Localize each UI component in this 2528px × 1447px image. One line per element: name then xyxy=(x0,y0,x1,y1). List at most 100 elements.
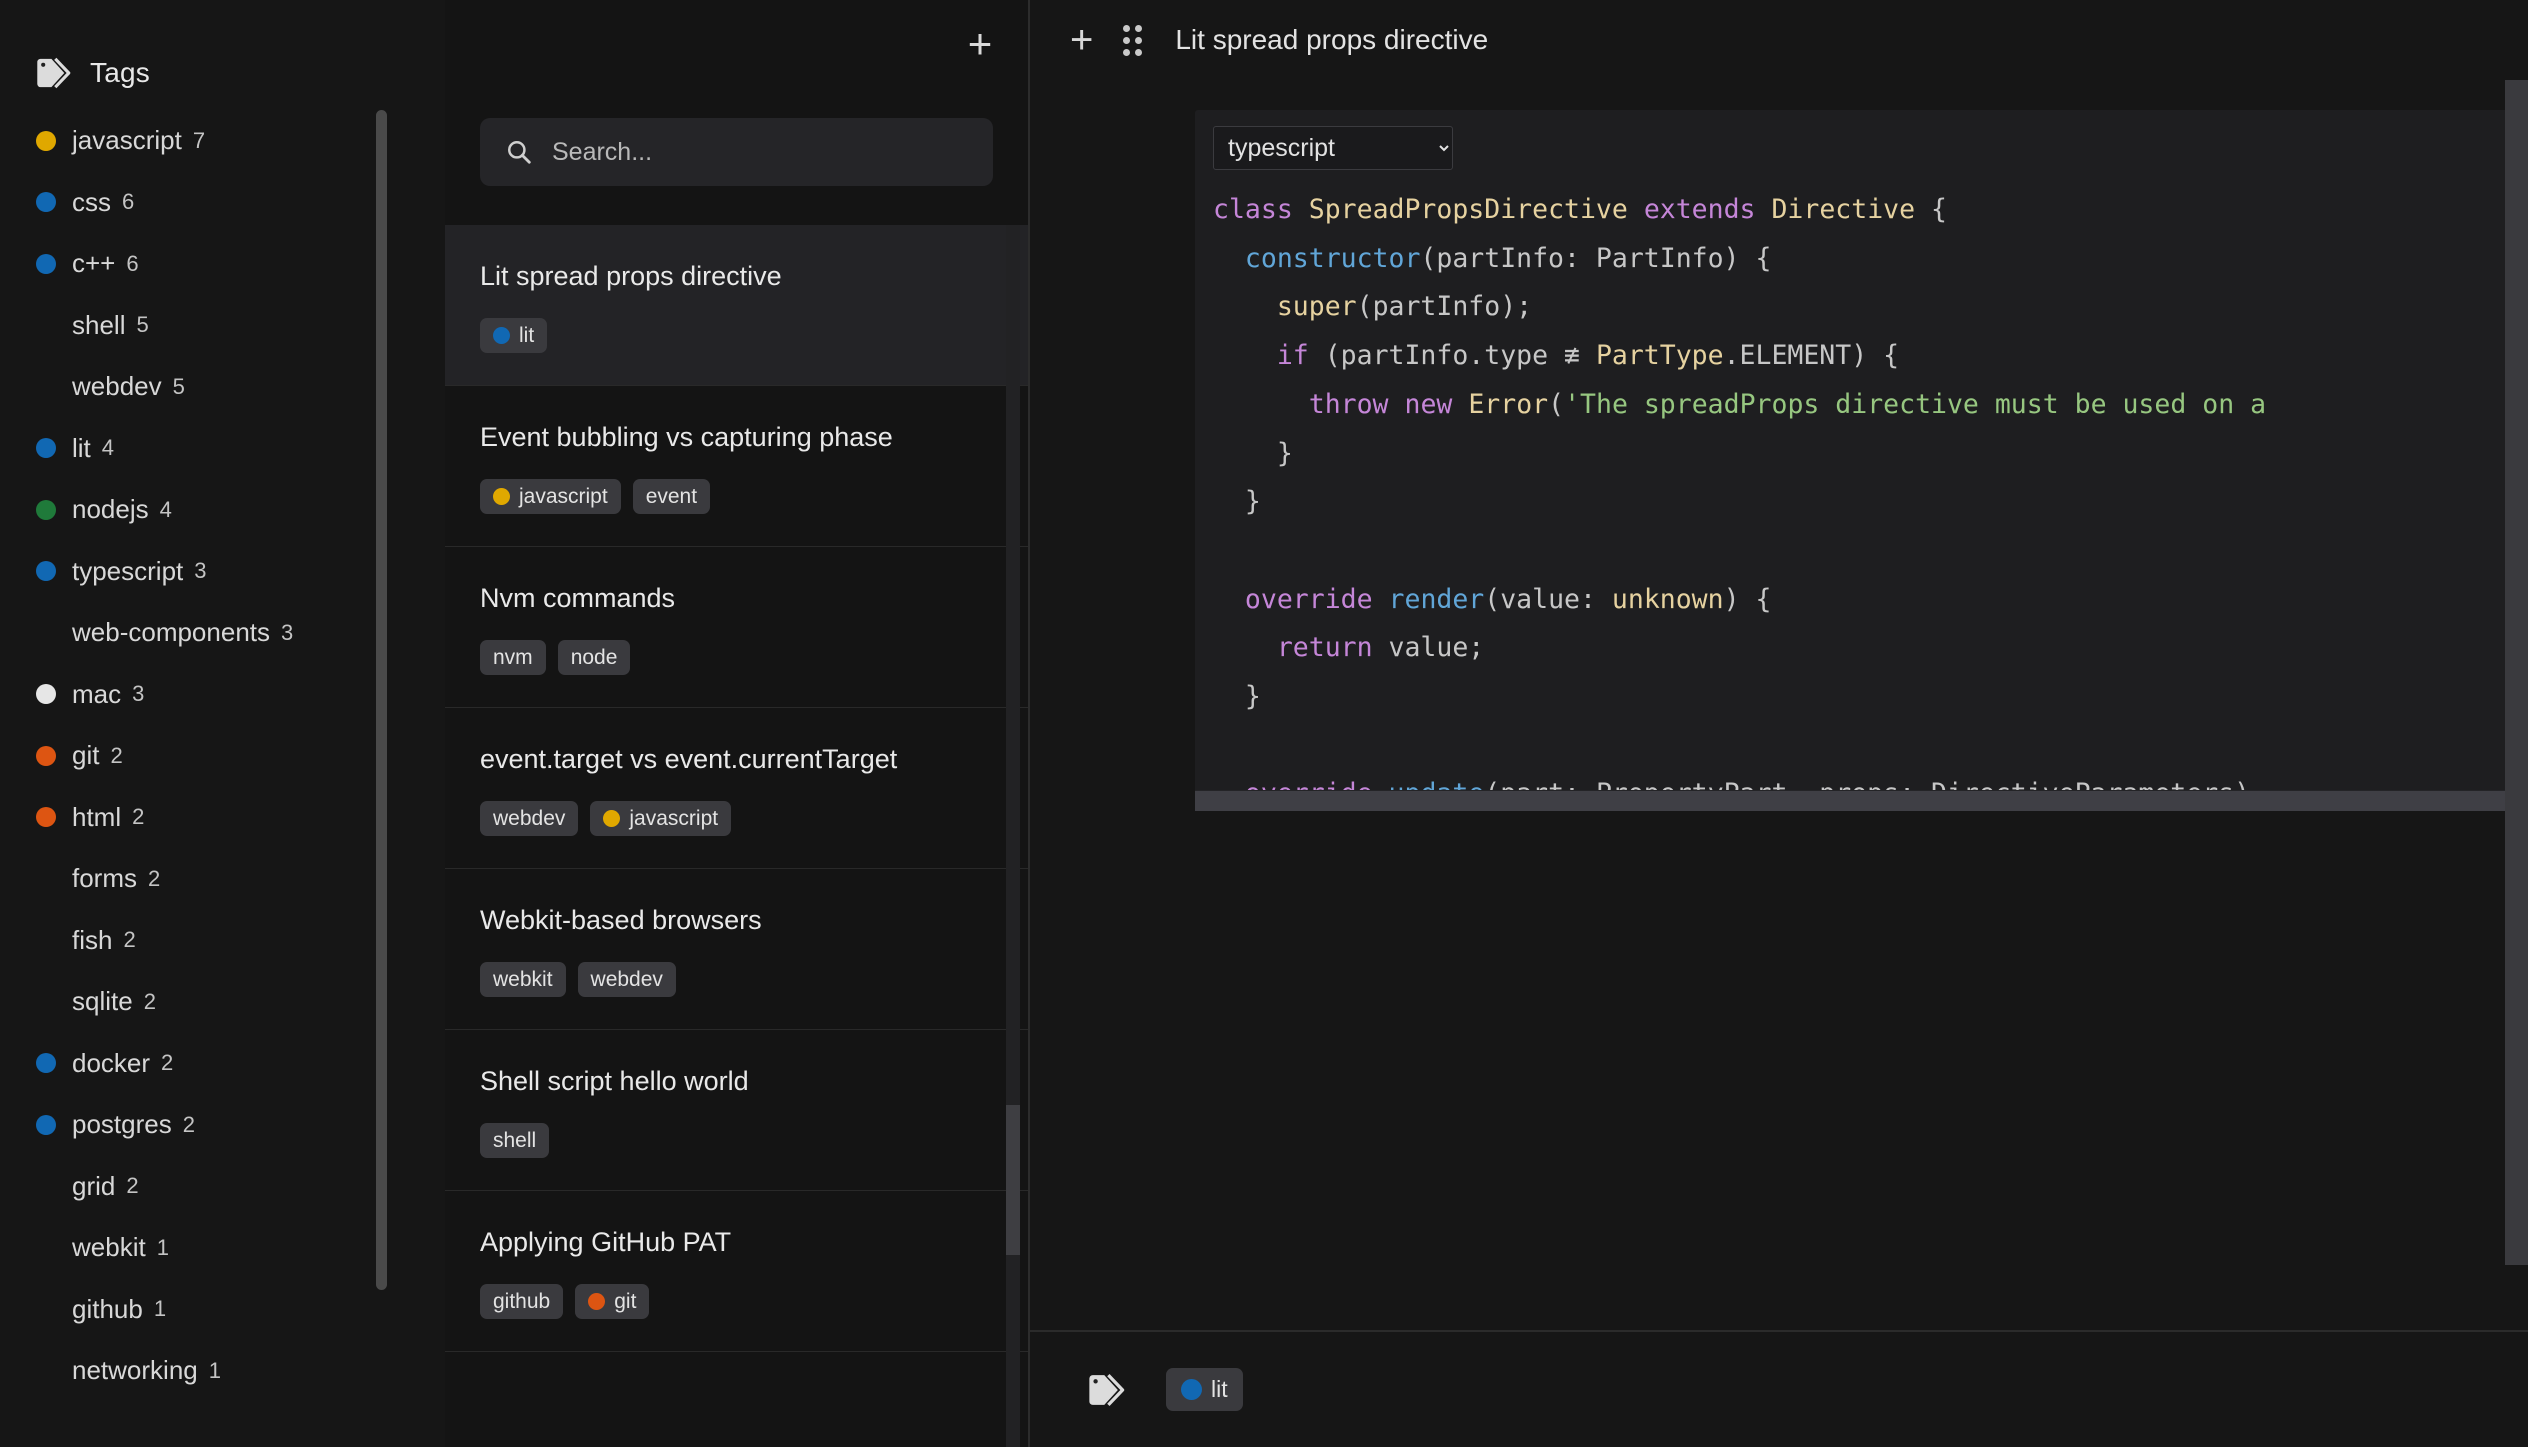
tags-icon xyxy=(1089,1373,1125,1406)
tag-color-dot xyxy=(36,745,56,766)
tag-color-dot xyxy=(36,1361,56,1381)
language-select[interactable]: typescript xyxy=(1213,126,1453,170)
tag-chip[interactable]: webdev xyxy=(577,962,676,997)
tag-chip[interactable]: lit xyxy=(480,318,548,353)
tag-color-dot xyxy=(36,1238,56,1258)
tag-name: webdev xyxy=(72,371,162,402)
editor-header: + Lit spread props directive xyxy=(1030,0,2528,80)
sidebar-scrollbar-thumb[interactable] xyxy=(376,110,387,1290)
sidebar-header: Tags xyxy=(0,0,445,100)
tag-chip-label: javascript xyxy=(629,807,719,830)
sidebar-scrollbar[interactable] xyxy=(376,110,387,1447)
tag-chip-label: webdev xyxy=(493,807,566,830)
search-icon xyxy=(508,141,531,164)
tag-color-dot xyxy=(36,561,56,582)
tag-count: 5 xyxy=(136,312,149,338)
note-list-scrollbar-thumb[interactable] xyxy=(1006,1105,1020,1255)
code-content[interactable]: class SpreadPropsDirective extends Direc… xyxy=(1195,186,2528,790)
tag-chip[interactable]: nvm xyxy=(480,640,546,675)
tag-color-dot xyxy=(36,499,56,520)
tag-count: 5 xyxy=(172,373,185,399)
code-horizontal-scrollbar[interactable] xyxy=(1195,790,2528,811)
tag-name: web-components xyxy=(72,617,270,648)
tag-name: git xyxy=(72,740,100,771)
tag-count: 3 xyxy=(194,558,207,584)
tag-name: lit xyxy=(72,432,91,463)
page-title: Tags xyxy=(90,57,150,88)
tag-count: 2 xyxy=(110,742,123,768)
search-input[interactable] xyxy=(552,137,967,167)
note-list-item[interactable]: Shell script hello world shell xyxy=(445,1030,1028,1191)
tag-color-dot xyxy=(493,327,510,344)
note-list-header: + xyxy=(445,0,1028,225)
note-title[interactable]: Lit spread props directive xyxy=(1175,24,1488,56)
note-list-item[interactable]: event.target vs event.currentTarget webde… xyxy=(445,708,1028,869)
tag-color-dot xyxy=(36,807,56,828)
code-block-toolbar: typescript Copy xyxy=(1195,110,2528,186)
tag-chip[interactable]: event xyxy=(632,479,711,514)
tag-chip-label: shell xyxy=(493,1129,537,1152)
note-list-item-tags: webdev javascript xyxy=(480,801,993,836)
note-list-item[interactable]: Lit spread props directive lit xyxy=(445,225,1028,386)
tag-name: css xyxy=(72,186,111,217)
tag-count: 3 xyxy=(281,619,294,645)
tag-chip-label: webdev xyxy=(590,968,663,991)
tag-chip[interactable]: webkit xyxy=(480,962,566,997)
tag-chip-label: github xyxy=(493,1290,551,1313)
tag-color-dot xyxy=(36,684,56,705)
add-note-button[interactable]: + xyxy=(954,18,1006,70)
tag-color-dot xyxy=(36,438,56,459)
tag-color-dot xyxy=(36,1114,56,1135)
tag-chip[interactable]: git xyxy=(575,1284,650,1319)
note-list-item[interactable]: Nvm commands nvm node xyxy=(445,547,1028,708)
tag-name: sqlite xyxy=(72,986,133,1017)
insert-block-button[interactable]: + xyxy=(1066,20,1097,60)
tag-count: 2 xyxy=(182,1111,195,1137)
tag-chip-label: event xyxy=(645,485,698,508)
tag-name: fish xyxy=(72,924,113,955)
tag-color-dot xyxy=(603,810,621,827)
note-list-scrollbar[interactable] xyxy=(1006,225,1020,1447)
note-list-item[interactable]: Event bubbling vs capturing phase javascr… xyxy=(445,386,1028,547)
note-list: Lit spread props directive lit Event bubbl… xyxy=(445,225,1028,1447)
code-horizontal-scrollbar-thumb[interactable] xyxy=(1195,791,2528,811)
tags-icon xyxy=(37,57,71,89)
tag-chip[interactable]: javascript xyxy=(590,801,732,836)
tag-chip[interactable]: github xyxy=(480,1284,564,1319)
tag-chip-label: webkit xyxy=(493,968,553,991)
editor-scrollbar[interactable] xyxy=(2505,80,2528,1265)
tag-color-dot xyxy=(36,1176,56,1196)
tag-name: typescript xyxy=(72,555,184,586)
tag-chip-label: lit xyxy=(519,324,535,347)
search-box[interactable] xyxy=(480,118,993,186)
tag-count: 2 xyxy=(148,865,161,891)
tag-color-dot xyxy=(1181,1379,1202,1400)
tag-count: 2 xyxy=(143,988,156,1014)
tag-color-dot xyxy=(36,1053,56,1074)
tag-chip[interactable]: node xyxy=(557,640,631,675)
tag-chip[interactable]: shell xyxy=(480,1123,550,1158)
note-list-item-title: Webkit-based browsers xyxy=(480,905,762,935)
tag-name: shell xyxy=(72,309,126,340)
note-list-item[interactable]: Webkit-based browsers webkit webdev xyxy=(445,869,1028,1030)
editor-scrollbar-thumb[interactable] xyxy=(2505,80,2528,1265)
tag-chip[interactable]: javascript xyxy=(480,479,621,514)
tag-name: html xyxy=(72,801,122,832)
tag-chip[interactable]: webdev xyxy=(480,801,579,836)
note-list-item[interactable]: Applying GitHub PAT github git xyxy=(445,1191,1028,1352)
note-list-item-title: Event bubbling vs capturing phase xyxy=(480,422,893,452)
drag-handle-icon[interactable] xyxy=(1119,25,1145,56)
note-list-item-title: Nvm commands xyxy=(480,583,676,613)
note-list-item-tags: nvm node xyxy=(480,640,993,675)
tag-chip[interactable]: lit xyxy=(1166,1368,1243,1411)
tag-count: 1 xyxy=(156,1234,169,1260)
tag-name: mac xyxy=(72,678,122,709)
note-list-item-title: Lit spread props directive xyxy=(480,261,782,291)
tag-count: 6 xyxy=(122,189,135,215)
tag-name: javascript xyxy=(72,125,182,156)
tag-count: 1 xyxy=(153,1296,167,1322)
tag-name: forms xyxy=(72,863,137,894)
tag-name: networking xyxy=(72,1355,198,1386)
tag-count: 4 xyxy=(101,435,115,461)
tag-chip-label: lit xyxy=(1211,1376,1228,1402)
